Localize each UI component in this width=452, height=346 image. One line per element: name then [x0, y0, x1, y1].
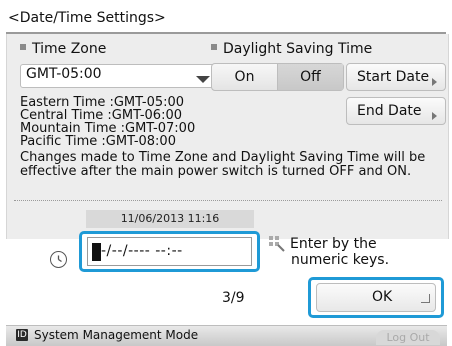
- chevron-down-icon[interactable]: [196, 76, 210, 83]
- page-indicator: 3/9: [222, 290, 245, 306]
- mode-icon: ID: [16, 329, 28, 341]
- hint-text: Enter by the numeric keys.: [290, 236, 389, 268]
- ok-label: OK: [372, 289, 393, 305]
- arrow-right-icon: [432, 112, 437, 120]
- divider: [14, 200, 442, 201]
- current-datetime: 11/06/2013 11:16: [86, 210, 254, 228]
- time-zone-selected: GMT-05:00: [26, 66, 102, 82]
- dst-section-label: Daylight Saving Time: [211, 41, 372, 57]
- hint-line-2: numeric keys.: [291, 252, 390, 268]
- notice-line-1: Changes made to Time Zone and Daylight S…: [20, 150, 426, 165]
- time-zone-section-label: Time Zone: [20, 41, 106, 57]
- dst-off-button[interactable]: Off: [277, 64, 343, 90]
- tz-info-pacific: Pacific Time :GMT-08:00: [20, 134, 176, 149]
- dst-on-button[interactable]: On: [212, 64, 277, 90]
- end-date-label: End Date: [357, 103, 422, 119]
- dst-label: Daylight Saving Time: [223, 41, 373, 57]
- end-date-button[interactable]: End Date: [346, 97, 446, 125]
- notice-line-2: effective after the main power switch is…: [20, 164, 412, 179]
- text-cursor: [92, 243, 101, 261]
- mode-text: System Management Mode: [34, 328, 199, 342]
- clock-icon: [50, 251, 67, 268]
- hint-line-1: Enter by the: [290, 236, 377, 252]
- start-date-label: Start Date: [357, 69, 430, 85]
- numeric-keys-icon: [268, 235, 286, 253]
- corner-icon: [421, 294, 430, 303]
- bullet-square-icon: [211, 44, 217, 50]
- bullet-square-icon: [20, 44, 26, 50]
- start-date-button[interactable]: Start Date: [346, 63, 446, 91]
- datetime-input-value: -/--/---- --:--: [101, 243, 183, 259]
- arrow-right-icon: [432, 78, 437, 86]
- logout-button[interactable]: Log Out: [376, 330, 440, 345]
- time-zone-label: Time Zone: [32, 41, 107, 57]
- page-title: <Date/Time Settings>: [8, 10, 166, 26]
